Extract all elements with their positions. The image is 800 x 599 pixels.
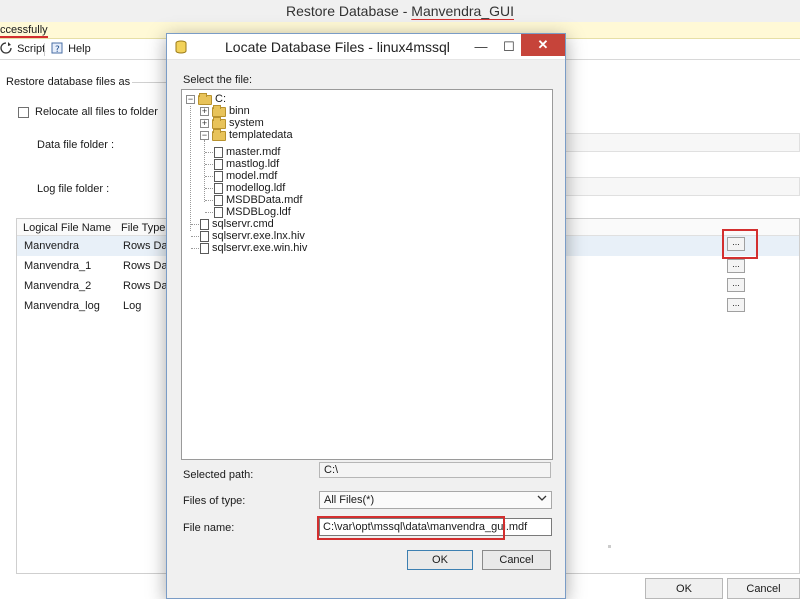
files-of-type-value: All Files(*) xyxy=(324,494,375,506)
window-title-prefix: Restore Database - xyxy=(285,3,412,19)
row-logical-name: Manvendra xyxy=(24,240,80,252)
relocate-label: Relocate all files to folder xyxy=(35,106,158,118)
folder-icon xyxy=(212,128,226,141)
folder-icon xyxy=(198,92,212,105)
selected-path-label: Selected path: xyxy=(183,469,254,481)
log-folder-label: Log file folder : xyxy=(37,183,110,195)
toolbar-divider xyxy=(44,43,45,56)
folder-icon xyxy=(212,116,226,129)
browse-button-row-4[interactable]: ... xyxy=(727,298,745,312)
log-folder-field[interactable] xyxy=(564,177,800,196)
row-file-type: Rows Da xyxy=(123,280,168,292)
tree-guide xyxy=(190,106,191,231)
tree-guide xyxy=(205,164,213,165)
file-icon xyxy=(214,207,223,218)
file-name-label: File name: xyxy=(183,522,235,534)
tree-guide xyxy=(205,152,213,153)
tree-node-templatedata[interactable]: − templatedata xyxy=(200,128,293,142)
row-logical-name: Manvendra_log xyxy=(24,300,100,312)
files-of-type-label: Files of type: xyxy=(183,495,246,507)
tree-guide xyxy=(205,188,213,189)
maximize-button[interactable]: ☐ xyxy=(495,34,523,60)
chevron-down-icon xyxy=(537,493,547,509)
collapse-icon[interactable]: − xyxy=(186,95,195,104)
browse-highlight-box xyxy=(722,229,758,259)
ok-button[interactable]: OK xyxy=(645,578,723,599)
tree-guide xyxy=(204,140,205,202)
script-button[interactable]: Script xyxy=(0,42,45,56)
script-label: Script xyxy=(17,43,46,55)
tree-guide xyxy=(191,224,199,225)
row-logical-name: Manvendra_2 xyxy=(24,280,92,292)
status-text: ccessfully xyxy=(0,24,48,38)
database-icon xyxy=(175,40,187,54)
files-of-type-select[interactable]: All Files(*) xyxy=(319,491,552,509)
file-tree[interactable]: − C: + binn + system − templatedata mast… xyxy=(181,89,553,460)
relocate-checkbox-row[interactable]: Relocate all files to folder xyxy=(18,106,158,118)
row-file-type: Rows Da xyxy=(123,260,168,272)
tree-guide xyxy=(191,248,199,249)
header-logical-name: Logical File Name xyxy=(23,222,112,234)
dialog-cancel-button[interactable]: Cancel xyxy=(482,550,551,570)
close-button[interactable]: ✕ xyxy=(521,34,565,56)
help-icon: ? xyxy=(51,42,63,54)
tree-node-label: sqlservr.exe.win.hiv xyxy=(212,242,308,254)
selected-path-field: C:\ xyxy=(319,462,551,478)
file-icon xyxy=(200,231,209,242)
decorative-dot xyxy=(608,545,611,548)
file-icon xyxy=(214,159,223,170)
data-folder-label: Data file folder : xyxy=(37,139,115,151)
window-title-db: Manvendra_GUI xyxy=(411,3,514,19)
file-icon xyxy=(214,195,223,206)
tree-guide xyxy=(205,212,213,213)
relocate-checkbox[interactable] xyxy=(18,106,29,118)
tree-guide xyxy=(205,176,213,177)
tree-file-sqlservr-win-hiv[interactable]: sqlservr.exe.win.hiv xyxy=(200,242,307,255)
file-icon xyxy=(200,219,209,230)
minimize-button[interactable]: — xyxy=(467,34,495,60)
section-title: Restore database files as xyxy=(6,76,131,88)
expand-icon[interactable]: + xyxy=(200,107,209,116)
dialog-titlebar: Locate Database Files - linux4mssql — ☐ … xyxy=(167,34,565,60)
file-name-highlight-box xyxy=(317,516,505,540)
header-file-type: File Type xyxy=(121,222,166,234)
data-folder-field[interactable] xyxy=(564,133,800,152)
collapse-icon[interactable]: − xyxy=(200,131,209,140)
file-icon xyxy=(200,243,209,254)
expand-icon[interactable]: + xyxy=(200,119,209,128)
help-button[interactable]: ? Help xyxy=(51,42,91,56)
svg-text:?: ? xyxy=(55,45,60,54)
file-icon xyxy=(214,171,223,182)
file-icon xyxy=(214,147,223,158)
row-file-type: Log xyxy=(123,300,142,312)
dialog-ok-button[interactable]: OK xyxy=(407,550,473,570)
select-file-label: Select the file: xyxy=(183,74,253,86)
tree-node-label: templatedata xyxy=(229,129,293,141)
script-icon xyxy=(0,42,12,54)
cancel-button[interactable]: Cancel xyxy=(727,578,800,599)
help-label: Help xyxy=(68,43,91,55)
tree-guide xyxy=(205,200,213,201)
folder-icon xyxy=(212,104,226,117)
row-file-type: Rows Da xyxy=(123,240,168,252)
file-icon xyxy=(214,183,223,194)
window-title: Restore Database - Manvendra_GUI xyxy=(0,0,800,22)
tree-guide xyxy=(191,236,199,237)
browse-button-row-3[interactable]: ... xyxy=(727,278,745,292)
row-logical-name: Manvendra_1 xyxy=(24,260,92,272)
dialog-title: Locate Database Files - linux4mssql xyxy=(225,39,450,55)
locate-files-dialog: Locate Database Files - linux4mssql — ☐ … xyxy=(166,33,566,599)
browse-button-row-2[interactable]: ... xyxy=(727,259,745,273)
